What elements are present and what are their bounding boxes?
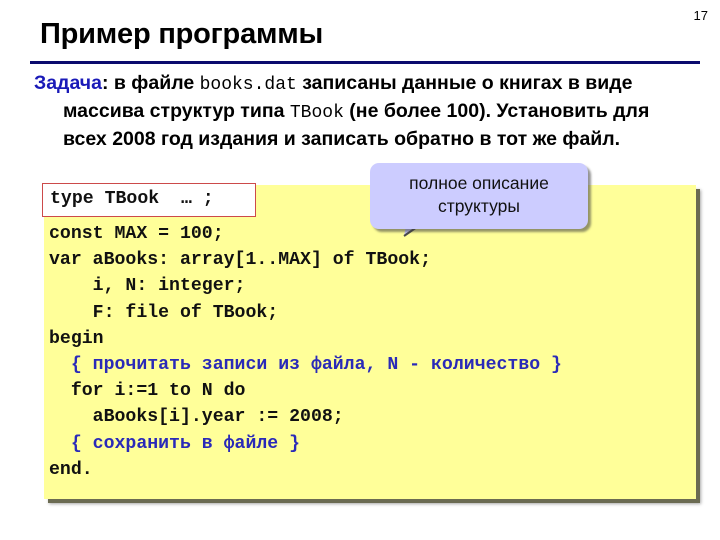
code-line: end. — [49, 459, 93, 480]
task-colon: : — [101, 72, 114, 94]
task-label: Задача — [34, 72, 102, 94]
task-description: Задача: в файле books.dat записаны данны… — [34, 70, 694, 152]
slide-title: Пример программы — [40, 18, 324, 50]
code-line: i, N: integer; — [49, 276, 246, 297]
callout-line-1: полное описание — [409, 173, 549, 193]
code-line: begin — [49, 328, 104, 349]
code-listing: const MAX = 100; var aBooks: array[1..MAX… — [49, 221, 562, 483]
code-line: for i:=1 to N do — [49, 381, 246, 402]
code-comment-line: { прочитать записи из файла, N - количес… — [49, 354, 562, 375]
callout-bubble: полное описание структуры — [370, 163, 588, 229]
callout-line-2: структуры — [438, 196, 520, 216]
task-type-name: TBook — [289, 103, 344, 123]
task-paragraph: Задача: в файле books.dat записаны данны… — [34, 70, 694, 152]
task-filename: books.dat — [199, 75, 297, 95]
title-underline — [30, 61, 700, 64]
code-line: var aBooks: array[1..MAX] of TBook; — [49, 250, 431, 271]
code-line: aBooks[i].year := 2008; — [49, 407, 344, 428]
code-comment-line: { сохранить в файле } — [49, 433, 301, 454]
code-line: F: file of TBook; — [49, 302, 279, 323]
slide-number: 17 — [693, 8, 708, 23]
type-declaration-box: type TBook … ; — [42, 183, 256, 217]
task-text-1: в файле — [113, 72, 200, 94]
